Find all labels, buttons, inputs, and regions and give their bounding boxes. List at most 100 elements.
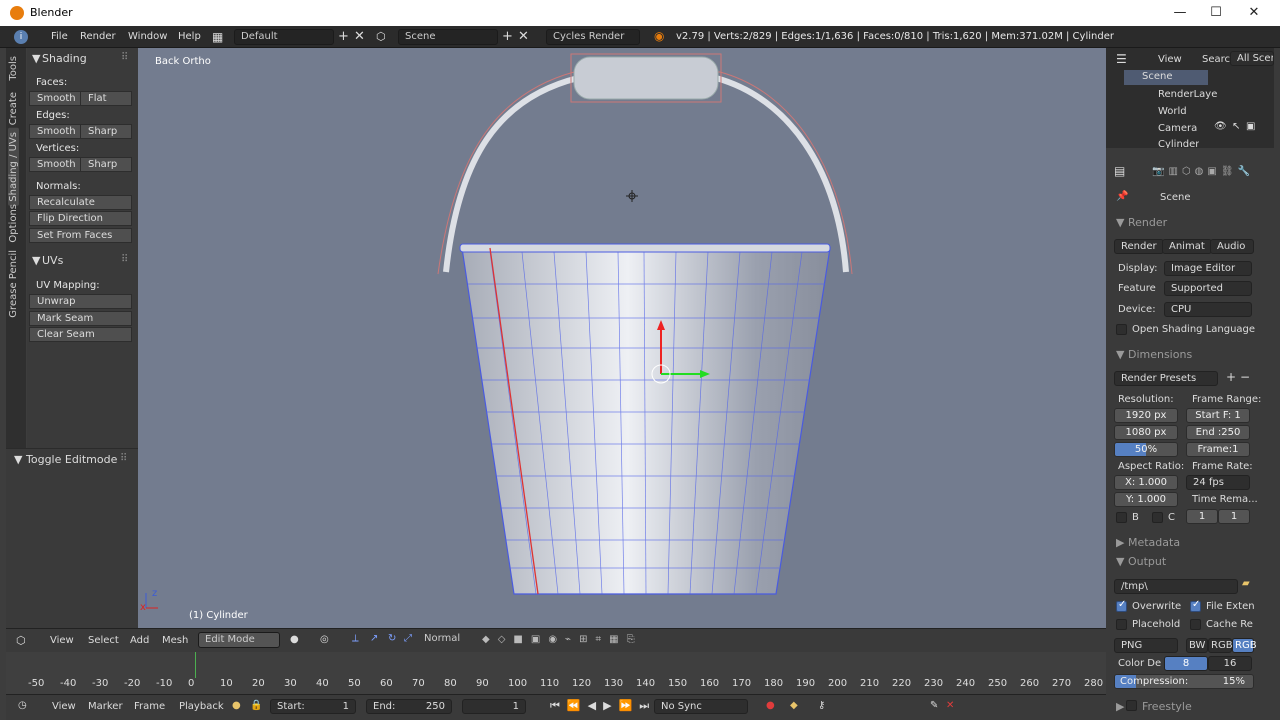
3d-viewport[interactable]: Back Ortho (1) Cylinder z x xyxy=(138,48,1106,628)
outliner-view-menu[interactable]: View xyxy=(1158,54,1182,65)
file-extensions-checkbox[interactable] xyxy=(1190,599,1201,612)
menu-view[interactable]: View xyxy=(50,635,74,646)
current-frame-field[interactable]: 1 xyxy=(462,699,526,714)
drag-handle-icon[interactable]: ⠿ xyxy=(121,52,128,63)
bucket-mesh[interactable] xyxy=(138,48,1106,628)
output-panel-header[interactable]: ▼ Output xyxy=(1116,555,1166,568)
compression-slider[interactable]: Compression: 15% xyxy=(1114,674,1254,689)
frame-step-field[interactable]: Frame:1 xyxy=(1186,442,1250,457)
keyframe-icon[interactable]: ◆ xyxy=(790,700,798,711)
unwrap-button[interactable]: Unwrap xyxy=(29,294,132,309)
color-rgb-button[interactable]: RGB xyxy=(1208,638,1233,653)
select-cursor-icon[interactable]: ↖ xyxy=(1232,121,1240,132)
remove-scene-icon[interactable]: ✕ xyxy=(518,29,529,44)
render-panel-header[interactable]: ▼ Render xyxy=(1116,216,1167,229)
keying-icon[interactable]: ● xyxy=(232,700,241,711)
occlude-icon[interactable]: ▣ xyxy=(531,634,540,645)
display-select[interactable]: Image Editor xyxy=(1164,261,1252,276)
frame-end-field[interactable]: End :250 xyxy=(1186,425,1250,440)
vertex-select-icon[interactable]: ◆ xyxy=(482,634,490,645)
info-editor-icon[interactable]: i xyxy=(14,30,28,44)
render-engine-select[interactable]: Cycles Render xyxy=(546,29,640,45)
minimize-button[interactable]: — xyxy=(1160,0,1200,26)
color-rgba-button[interactable]: RGB xyxy=(1232,638,1257,653)
scene-field[interactable]: Scene xyxy=(398,29,498,45)
play-reverse-icon[interactable]: ◀ xyxy=(588,699,596,713)
snap-target-icon[interactable]: ⌗ xyxy=(595,634,601,645)
menu-window[interactable]: Window xyxy=(128,31,167,42)
cache-result-checkbox[interactable] xyxy=(1190,619,1201,630)
outliner-item-world[interactable]: World xyxy=(1158,106,1187,117)
resolution-x-field[interactable]: 1920 px xyxy=(1114,408,1178,423)
mode-select[interactable]: Edit Mode xyxy=(198,632,280,648)
menu-help[interactable]: Help xyxy=(178,31,201,42)
record-icon[interactable]: ● xyxy=(766,700,775,711)
timeline-playback-menu[interactable]: Playback xyxy=(179,701,224,712)
lock-icon[interactable]: 🔒 xyxy=(250,700,262,711)
frame-rate-select[interactable]: 24 fps xyxy=(1186,475,1250,490)
outliner-item-cylinder[interactable]: Cylinder xyxy=(1158,139,1199,148)
end-frame-field[interactable]: End: 250 xyxy=(366,699,452,714)
toggle-editmode-arrow-icon[interactable]: ▼ xyxy=(14,453,22,466)
drag-handle-icon[interactable]: ⠿ xyxy=(121,254,128,265)
edge-select-icon[interactable]: ◇ xyxy=(498,634,506,645)
render-camera-icon[interactable]: ▣ xyxy=(1246,121,1255,132)
device-select[interactable]: CPU xyxy=(1164,302,1252,317)
aspect-x-field[interactable]: X: 1.000 xyxy=(1114,475,1178,490)
manipulator-icon[interactable]: ⟂ xyxy=(352,633,359,644)
proportional-icon[interactable]: ◉ xyxy=(548,634,557,645)
uvs-panel-header[interactable]: UVs xyxy=(42,254,63,267)
scale-icon[interactable]: ⤢ xyxy=(404,633,412,644)
prev-keyframe-icon[interactable]: ⏪ xyxy=(567,699,581,713)
tab-create[interactable]: Create xyxy=(8,88,19,129)
uvs-panel-arrow-icon[interactable]: ▼ xyxy=(32,254,40,267)
render-tab-audio[interactable]: Audio xyxy=(1210,239,1254,254)
render-preview-icon[interactable]: ▦ xyxy=(609,634,618,645)
keying-set-icon[interactable]: ⚷ xyxy=(818,700,825,711)
timeline-frame-menu[interactable]: Frame xyxy=(134,701,165,712)
transform-orientation-select[interactable]: Normal xyxy=(418,632,474,648)
sync-mode-select[interactable]: No Sync xyxy=(654,699,748,714)
time-old-field[interactable]: 1 xyxy=(1186,509,1218,524)
render-tab-animation[interactable]: Animat xyxy=(1162,239,1212,254)
folder-icon[interactable]: ▰ xyxy=(1242,578,1250,589)
timeline-view-menu[interactable]: View xyxy=(52,701,76,712)
scene-icon[interactable]: ⬡ xyxy=(376,30,386,43)
render-presets-select[interactable]: Render Presets xyxy=(1114,371,1218,386)
constraints-tab-icon[interactable]: ⛓ xyxy=(1221,166,1234,178)
placeholders-checkbox[interactable] xyxy=(1116,619,1127,630)
outliner-item-scene[interactable]: Scene xyxy=(1124,70,1208,85)
faces-smooth-button[interactable]: Smooth xyxy=(29,91,81,106)
next-keyframe-icon[interactable]: ⏩ xyxy=(619,699,633,713)
osl-checkbox[interactable] xyxy=(1116,324,1127,335)
border-checkbox[interactable] xyxy=(1116,512,1127,523)
color-bw-button[interactable]: BW xyxy=(1186,638,1208,653)
frame-start-field[interactable]: Start F: 1 xyxy=(1186,408,1250,423)
shading-panel-arrow-icon[interactable]: ▼ xyxy=(32,52,40,65)
time-new-field[interactable]: 1 xyxy=(1218,509,1250,524)
tab-tools[interactable]: Tools xyxy=(8,52,19,85)
resolution-y-field[interactable]: 1080 px xyxy=(1114,425,1178,440)
snap-icon[interactable]: ⌁ xyxy=(565,634,571,645)
select-mode-group[interactable]: ◆ ◇ ■ ▣ ◉ ⌁ ⊞ ⌗ ▦ ⎘ xyxy=(482,634,635,645)
dimensions-panel-header[interactable]: ▼ Dimensions xyxy=(1116,348,1192,361)
scene-tab-icon[interactable]: ⬡ xyxy=(1182,166,1191,178)
properties-editor-icon[interactable]: ▤ xyxy=(1114,164,1125,178)
timeline-marker-menu[interactable]: Marker xyxy=(88,701,123,712)
tab-options[interactable]: Options xyxy=(8,200,19,247)
playback-controls[interactable]: ⏮ ⏪ ◀ ▶ ⏩ ⏭ xyxy=(550,699,649,713)
start-frame-field[interactable]: Start: 1 xyxy=(270,699,356,714)
mark-seam-button[interactable]: Mark Seam xyxy=(29,311,132,326)
jump-end-icon[interactable]: ⏭ xyxy=(639,699,649,713)
face-select-icon[interactable]: ■ xyxy=(513,634,522,645)
pivot-point-icon[interactable]: ◎ xyxy=(320,634,329,645)
output-path-field[interactable]: /tmp\ xyxy=(1114,579,1238,594)
remove-layout-icon[interactable]: ✕ xyxy=(354,29,365,44)
visibility-eye-icon[interactable]: 👁 xyxy=(1214,121,1227,132)
layers-tab-icon[interactable]: ▥ xyxy=(1168,166,1177,178)
overwrite-checkbox[interactable] xyxy=(1116,599,1127,612)
freestyle-arrow-icon[interactable]: ▶ xyxy=(1116,700,1124,713)
render-tab-icon[interactable]: 📷 xyxy=(1152,166,1164,178)
render-tab-render[interactable]: Render xyxy=(1114,239,1164,254)
feature-select[interactable]: Supported xyxy=(1164,281,1252,296)
